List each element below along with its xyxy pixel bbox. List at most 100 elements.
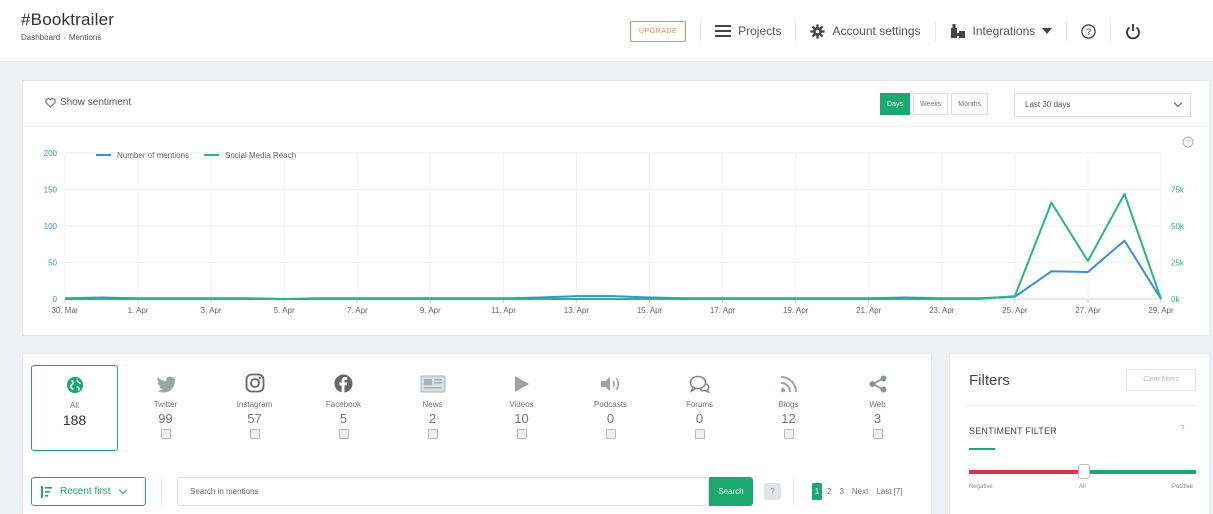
slider-label-negative: Negative <box>969 484 993 490</box>
nav-divider <box>934 21 936 41</box>
forum-icon <box>655 365 744 393</box>
source-filter-news[interactable]: News 2 <box>388 365 477 451</box>
y-left-tick-label: 100 <box>44 222 58 231</box>
heart-icon <box>45 97 56 108</box>
rss-icon <box>744 365 833 393</box>
podcast-icon <box>566 365 655 393</box>
source-checkbox[interactable] <box>516 429 527 439</box>
x-tick-label: 19. Apr <box>783 306 809 315</box>
source-label: Instagram <box>236 400 273 409</box>
nav-divider <box>700 21 702 41</box>
y-right-tick-label: 0k <box>1171 295 1180 304</box>
filters-divider <box>966 405 1196 406</box>
series-line-mentions <box>64 239 1162 300</box>
top-bar: #Booktrailer Dashboard › Mentions UPGRADE … <box>0 0 1213 62</box>
y-right-tick-label: 25k <box>1171 259 1185 268</box>
sort-dropdown[interactable]: Recent first <box>31 477 146 506</box>
last-page-link[interactable]: Last [7] <box>873 483 905 500</box>
range-days-button[interactable]: Days <box>880 93 910 115</box>
account-settings-label: Account settings <box>832 24 921 38</box>
mentions-toolbar: Recent first Search in mentions Search ?… <box>31 477 926 507</box>
source-count: 57 <box>247 411 262 426</box>
sentiment-help-icon[interactable]: ? <box>1180 424 1184 433</box>
project-title[interactable]: #Booktrailer <box>21 10 114 30</box>
nav-divider <box>1066 21 1068 41</box>
integrations-label: Integrations <box>972 24 1036 38</box>
x-tick-label: 11. Apr <box>491 306 516 315</box>
help-circle-icon[interactable]: ? <box>1081 23 1096 39</box>
source-filter-blogs[interactable]: Blogs 12 <box>744 365 833 451</box>
source-filter-twitter[interactable]: Twitter 99 <box>121 365 210 451</box>
source-checkbox[interactable] <box>427 429 438 439</box>
page-1-link[interactable]: 1 <box>812 483 822 500</box>
slider-label-all: All <box>1079 484 1086 490</box>
source-count: 2 <box>428 411 437 426</box>
source-checkbox[interactable] <box>694 429 705 439</box>
integrations-menu[interactable]: Integrations <box>950 23 1053 39</box>
x-tick-label: 15. Apr <box>637 306 663 315</box>
show-sentiment-toggle[interactable]: Show sentiment <box>45 97 131 108</box>
x-tick-label: 30. Mar <box>51 306 78 315</box>
source-count: 0 <box>606 411 615 426</box>
mentions-chart-card: Show sentiment Days Weeks Months Last 30… <box>22 80 1210 336</box>
power-icon[interactable] <box>1125 23 1141 40</box>
search-button[interactable]: Search <box>709 477 753 506</box>
page-2-link[interactable]: 2 <box>824 483 834 500</box>
page-3-link[interactable]: 3 <box>836 483 846 500</box>
source-filter-all[interactable]: All 188 <box>31 365 118 451</box>
x-tick-label: 27. Apr <box>1075 306 1101 315</box>
period-select[interactable]: Last 30 days <box>1014 93 1191 117</box>
source-checkbox[interactable] <box>338 429 349 439</box>
next-page-link[interactable]: Next <box>849 483 871 500</box>
source-label: News <box>422 400 443 409</box>
sentiment-slider-handle[interactable] <box>1078 464 1090 479</box>
source-checkbox[interactable] <box>249 429 260 439</box>
source-filter-facebook[interactable]: Facebook 5 <box>299 365 388 451</box>
chart-help-icon-glyph: ? <box>1186 140 1190 147</box>
sort-label: Recent first <box>60 486 111 497</box>
source-count: 0 <box>695 411 704 426</box>
range-button-group: Days Weeks Months <box>880 93 991 115</box>
svg-text:?: ? <box>1086 26 1091 36</box>
source-filter-row: All 188 Twitter 99 Instagram 57 Facebook 5 News 2… <box>31 365 922 451</box>
menu-icon <box>715 25 732 37</box>
source-count: 12 <box>781 411 796 426</box>
x-tick-label: 3. Apr <box>201 306 222 315</box>
breadcrumb-separator: › <box>63 33 66 42</box>
source-checkbox[interactable] <box>783 429 794 439</box>
x-tick-label: 1. Apr <box>128 306 149 315</box>
y-left-tick-label: 0 <box>53 295 58 304</box>
x-tick-label: 25. Apr <box>1002 306 1028 315</box>
sentiment-slider-negative-track <box>969 470 1084 474</box>
source-filter-web[interactable]: Web 3 <box>833 365 922 451</box>
projects-link[interactable]: Projects <box>715 24 781 38</box>
source-count: 10 <box>514 411 529 426</box>
range-months-button[interactable]: Months <box>951 93 989 115</box>
search-input[interactable]: Search in mentions <box>177 477 709 506</box>
breadcrumb-dashboard[interactable]: Dashboard <box>21 33 60 42</box>
source-label: Forums <box>685 400 714 409</box>
filters-panel: Filters Clear filters SENTIMENT FILTER ?… <box>949 353 1210 514</box>
upgrade-button[interactable]: UPGRADE <box>630 20 687 42</box>
projects-label: Projects <box>738 24 782 38</box>
x-tick-label: 13. Apr <box>564 306 590 315</box>
source-checkbox[interactable] <box>160 429 171 439</box>
breadcrumb-mentions: Mentions <box>68 33 102 42</box>
source-count: 188 <box>62 412 87 428</box>
clear-filters-button[interactable]: Clear filters <box>1126 369 1196 391</box>
range-weeks-button[interactable]: Weeks <box>912 93 949 115</box>
source-filter-instagram[interactable]: Instagram 57 <box>210 365 299 451</box>
source-label: All <box>70 401 79 410</box>
account-settings-link[interactable]: Account settings <box>810 23 921 39</box>
source-filter-videos[interactable]: Videos 10 <box>477 365 566 451</box>
gear-icon <box>810 23 826 39</box>
legend-label: Social Media Reach <box>225 151 296 160</box>
source-filter-podcasts[interactable]: Podcasts 0 <box>566 365 655 451</box>
source-count: 99 <box>158 411 173 426</box>
source-label: Blogs <box>778 400 799 409</box>
source-checkbox[interactable] <box>872 429 883 439</box>
nav-divider <box>1110 21 1112 41</box>
source-checkbox[interactable] <box>605 429 616 439</box>
search-help-button[interactable]: ? <box>764 483 781 500</box>
source-filter-forums[interactable]: Forums 0 <box>655 365 744 451</box>
